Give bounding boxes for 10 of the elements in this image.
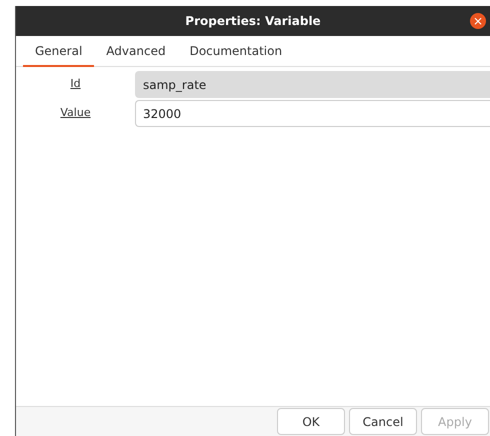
tab[interactable]: Advanced bbox=[94, 36, 178, 67]
input-field[interactable]: 32000 bbox=[135, 100, 490, 127]
window-title: Properties: Variable bbox=[185, 13, 321, 30]
dialog-button[interactable]: Cancel bbox=[349, 408, 417, 435]
field-label: Id bbox=[69, 76, 82, 92]
field-label: Value bbox=[59, 105, 92, 122]
dialog-button[interactable]: OK bbox=[277, 408, 345, 435]
close-button[interactable]: × bbox=[470, 13, 486, 29]
tab[interactable]: General bbox=[23, 36, 94, 67]
tab[interactable]: Documentation bbox=[178, 36, 294, 67]
